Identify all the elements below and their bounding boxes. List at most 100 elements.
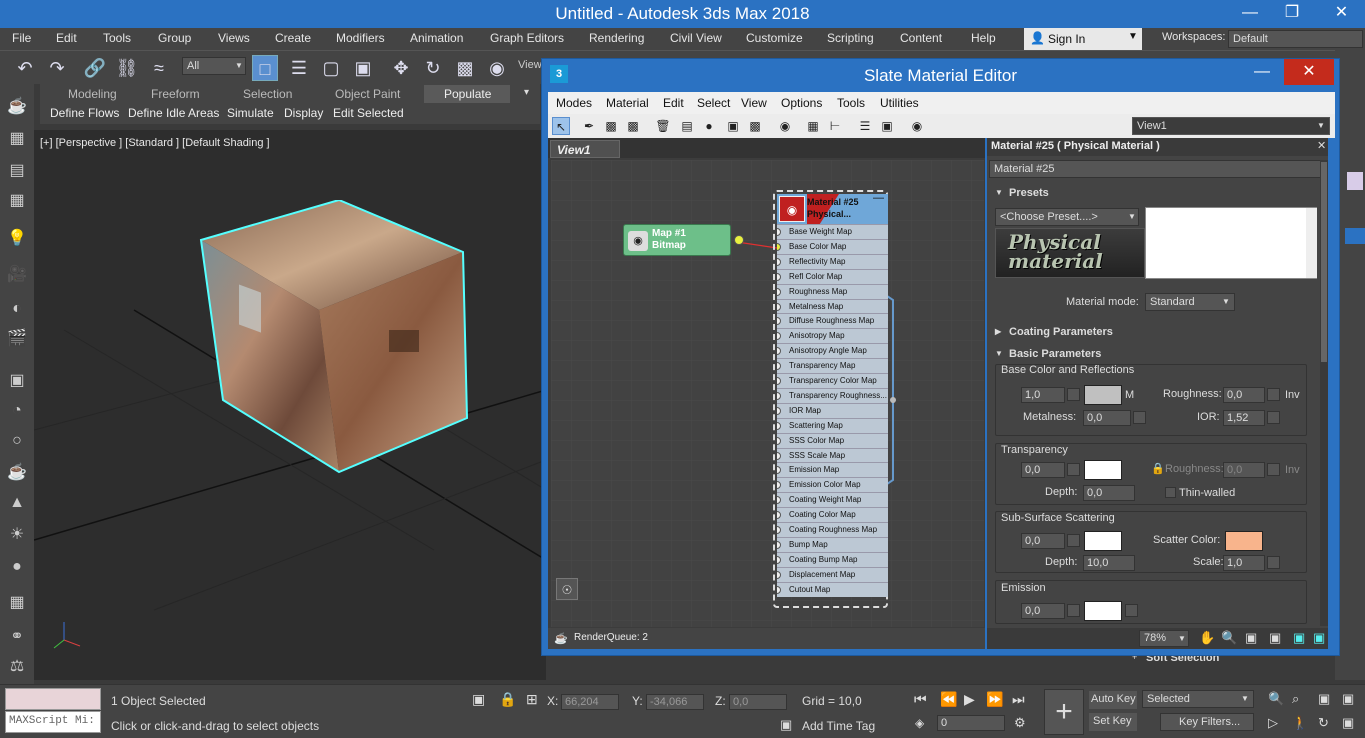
roughness-spinner[interactable]: 0,0 [1223, 387, 1265, 403]
prev-frame-icon[interactable]: ⏪ [940, 691, 957, 708]
slate-menu-select[interactable]: Select [697, 96, 730, 110]
sun-icon[interactable]: ☀ [4, 522, 30, 548]
material-slot[interactable]: Transparency Map [777, 358, 888, 374]
thin-walled-checkbox[interactable] [1165, 487, 1176, 498]
zoom-extents-icon[interactable]: ▣ [1318, 691, 1330, 707]
preset-list-scrollbar[interactable] [1306, 208, 1317, 278]
textured-cube[interactable] [199, 200, 469, 475]
slot-input-socket[interactable] [777, 272, 781, 281]
show-background-icon[interactable]: ▩ [746, 117, 764, 135]
menu-content[interactable]: Content [900, 31, 942, 45]
view-selector-dropdown[interactable]: View1 ▼ [1132, 117, 1330, 135]
tab-view1[interactable]: View1 [550, 140, 620, 158]
slot-input-socket[interactable] [777, 496, 781, 505]
zoom-extents-selected-icon[interactable]: ▣ [1293, 630, 1305, 646]
plane-icon[interactable]: ▦ [4, 590, 30, 616]
maxscript-input[interactable]: MAXScript Mi: [5, 711, 101, 733]
navigator-binoculars-icon[interactable]: ☉ [556, 578, 578, 600]
material-slot[interactable]: Transparency Color Map [777, 373, 888, 388]
material-slot[interactable]: SSS Scale Map [777, 447, 888, 463]
gizmo-icon[interactable]: ⚖ [4, 654, 30, 680]
lock-icon[interactable]: 🔒 [499, 691, 516, 708]
bitmap-output-socket[interactable] [734, 235, 744, 245]
slate-menu-tools[interactable]: Tools [837, 96, 865, 110]
material-slot[interactable]: Coating Bump Map [777, 551, 888, 567]
slot-input-socket[interactable] [777, 228, 781, 236]
material-node-header[interactable]: ◉ Material #25 Physical... — [777, 192, 888, 224]
close-props-icon[interactable]: ✕ [1317, 139, 1326, 152]
slot-input-socket[interactable] [777, 451, 781, 460]
slot-input-socket[interactable] [777, 362, 781, 371]
sphere-icon[interactable]: ○ [4, 428, 30, 454]
light-bulb-icon[interactable]: 💡 [4, 226, 30, 252]
transparency-invert-button[interactable]: Inv [1285, 464, 1300, 476]
roughness-map-button[interactable] [1267, 388, 1280, 401]
slate-menu-edit[interactable]: Edit [663, 96, 684, 110]
edit-selected-button[interactable]: Edit Selected [333, 106, 404, 120]
scale-spinner[interactable]: 1,0 [1223, 555, 1265, 571]
slate-menu-material[interactable]: Material [606, 96, 649, 110]
material-mode-dropdown[interactable]: Standard ▼ [1145, 293, 1235, 311]
slot-input-socket[interactable] [777, 540, 781, 549]
sss-spinner[interactable]: 0,0 [1021, 533, 1065, 549]
zoom-region-icon[interactable]: ▣ [1245, 630, 1257, 646]
redo-icon[interactable]: ↷ [44, 55, 70, 81]
simulate-button[interactable]: Simulate [227, 106, 274, 120]
metalness-spinner[interactable]: 0,0 [1083, 410, 1131, 426]
time-config-icon[interactable]: ⚙ [1014, 715, 1026, 731]
slot-input-socket[interactable] [777, 242, 781, 251]
menu-views[interactable]: Views [218, 31, 250, 45]
camera-icon[interactable]: 🎥 [4, 262, 30, 288]
menu-file[interactable]: File [12, 31, 31, 45]
zoom-extents-all-icon[interactable]: ▣ [1342, 691, 1354, 707]
viewport-label[interactable]: [+] [Perspective ] [Standard ] [Default … [40, 137, 270, 149]
hide-unused-icon[interactable]: ● [700, 117, 718, 135]
walk-through-icon[interactable]: 🚶 [1292, 715, 1308, 731]
workspace-dropdown[interactable]: Default [1228, 30, 1363, 48]
maximize-viewport-icon[interactable]: ▣ [1342, 715, 1354, 731]
material-slot[interactable]: Refl Color Map [777, 268, 888, 284]
layout-all-icon[interactable]: ▦ [804, 117, 822, 135]
navigator-icon[interactable]: ▣ [878, 117, 896, 135]
slot-input-socket[interactable] [777, 555, 781, 564]
base-weight-spinner[interactable]: 1,0 [1021, 387, 1065, 403]
slate-menu-utilities[interactable]: Utilities [880, 96, 919, 110]
slot-input-socket[interactable] [777, 436, 781, 445]
sss-color-swatch[interactable] [1084, 531, 1122, 551]
material-parameter-editor-icon[interactable]: ☰ [856, 117, 874, 135]
render-queue-icon[interactable]: ◉ [908, 117, 926, 135]
pick-material-icon[interactable]: ▩ [602, 117, 620, 135]
ior-map-button[interactable] [1267, 411, 1280, 424]
zoom-icon[interactable]: 🔍 [1221, 630, 1237, 646]
coating-parameters-rollout[interactable]: ▶ Coating Parameters [989, 325, 1319, 345]
slot-input-socket[interactable] [777, 302, 781, 311]
material-slot[interactable]: Roughness Map [777, 283, 888, 299]
base-color-map-button[interactable]: M [1125, 389, 1134, 401]
move-children-icon[interactable]: ▤ [678, 117, 696, 135]
node-graph-canvas[interactable]: ◉ Map #1 Bitmap ◉ Material #25 Physical.… [551, 160, 984, 627]
material-slot[interactable]: Emission Color Map [777, 477, 888, 493]
tab-object-paint[interactable]: Object Paint [335, 87, 400, 101]
emission-color-swatch[interactable] [1084, 601, 1122, 621]
absolute-mode-icon[interactable]: ⊞ [526, 691, 538, 708]
sss-map-button[interactable] [1067, 534, 1080, 547]
sss-depth-spinner[interactable]: 10,0 [1083, 555, 1135, 571]
material-slot[interactable]: Anisotropy Angle Map [777, 343, 888, 359]
slate-menu-options[interactable]: Options [781, 96, 822, 110]
ribbon-toggle-icon[interactable]: ▾ [524, 87, 529, 98]
layout-children-icon[interactable]: ⊢ [826, 117, 844, 135]
tab-modeling[interactable]: Modeling [68, 87, 117, 101]
material-name-field[interactable]: Material #25 [989, 160, 1325, 178]
undo-icon[interactable]: ↶ [12, 55, 38, 81]
maximize-button[interactable]: ❐ [1272, 0, 1312, 28]
slot-input-socket[interactable] [777, 317, 781, 326]
select-by-name-icon[interactable]: ☰ [286, 55, 312, 81]
roughness-invert-button[interactable]: Inv [1285, 389, 1300, 401]
sign-in-button[interactable]: 👤 Sign In ▼ [1024, 28, 1142, 50]
presets-rollout[interactable]: ▼ Presets [989, 186, 1319, 206]
slate-menu-view[interactable]: View [741, 96, 767, 110]
slate-close-button[interactable]: ✕ [1284, 59, 1334, 85]
preset-list[interactable] [1145, 207, 1317, 279]
teapot-icon[interactable]: ☕ [4, 94, 30, 120]
slot-input-socket[interactable] [777, 526, 781, 534]
